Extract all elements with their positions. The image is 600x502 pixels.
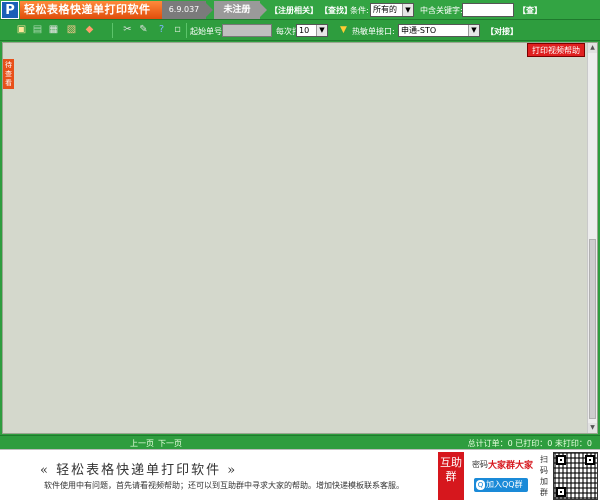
tools-icon[interactable]: ✎ [136, 23, 151, 37]
qr-finder [556, 487, 566, 497]
condition-label: 条件: [350, 6, 369, 15]
settings-icon[interactable]: ✂ [120, 23, 135, 37]
join-qq-label: 加入QQ群 [486, 480, 523, 489]
side-tab-pending[interactable]: 待查看 [3, 59, 14, 89]
start-no-label: 起始单号 [190, 27, 222, 36]
order-stats: 总计订单：0 已打印：0 未打印：0 [467, 439, 592, 448]
keyword-label: 中含关键字: [420, 6, 463, 15]
thermal-printer-icon: ▼ [340, 25, 347, 35]
workspace[interactable]: 待查看 打印视频帮助 ▲ ▼ [2, 42, 598, 434]
help-icon[interactable]: ? [154, 23, 169, 37]
footer-banner: « 轻松表格快递单打印软件 » 软件使用中有问题，首先请看视频帮助；还可以到互助… [0, 449, 600, 502]
status-bar: 上一页 下一页 总计订单：0 已打印：0 未打印：0 [0, 435, 600, 449]
condition-value: 所有的 [373, 5, 397, 14]
search-button[interactable]: 【查】 [518, 5, 542, 16]
registration-status[interactable]: 未注册 [214, 1, 260, 19]
scroll-down-icon[interactable]: ▼ [588, 423, 597, 433]
print-icon[interactable]: ▦ [46, 23, 61, 37]
print-preview-icon[interactable]: ▧ [64, 23, 79, 37]
footer-help-text: 软件使用中有问题，首先请看视频帮助；还可以到互助群中寻求大家的帮助。增加快递模板… [44, 481, 404, 490]
chevron-down-icon[interactable]: ▼ [316, 25, 327, 36]
title-bar: P 轻松表格快递单打印软件 6.9.037 未注册 【注册相关】 【查找】 条件… [0, 0, 600, 20]
qq-icon: Q [476, 480, 485, 490]
group-password-label: 密码 [472, 460, 488, 469]
prev-page-link[interactable]: 上一页 [130, 439, 154, 448]
qr-finder [556, 455, 566, 465]
interface-label: 热敏单接口: [352, 27, 395, 36]
toolbar-divider [112, 23, 113, 38]
toolbar-divider [186, 23, 187, 38]
video-help-button[interactable]: 打印视频帮助 [527, 43, 585, 57]
connect-link[interactable]: 【对接】 [486, 26, 518, 37]
toolbar: ▣ ▤ ▦ ▧ ◆ ✂ ✎ ? ▫ 起始单号 每次打 10 ▼ ▼ 热敏单接口:… [0, 20, 600, 41]
qr-finder [585, 455, 595, 465]
arrow-separator-icon [258, 1, 267, 19]
search-link[interactable]: 【查找】 [320, 5, 352, 16]
scroll-up-icon[interactable]: ▲ [588, 43, 597, 53]
group-password: 大家群大家 [488, 461, 534, 471]
footer-slogan: « 轻松表格快递单打印软件 » [40, 463, 238, 478]
pager: 上一页 下一页 [130, 438, 186, 449]
open-folder-icon[interactable]: ▣ [14, 23, 29, 37]
group-badge: 互助群 [438, 452, 464, 500]
qr-code-icon [553, 452, 598, 500]
per-print-value: 10 [299, 26, 310, 35]
info-icon[interactable]: ▫ [170, 23, 185, 37]
app-version: 6.9.037 [162, 1, 206, 19]
interface-value: 申通-STO [401, 26, 437, 35]
join-qq-group-button[interactable]: Q 加入QQ群 [474, 478, 528, 492]
start-no-input[interactable] [222, 24, 272, 37]
keyword-input[interactable] [462, 3, 514, 17]
export-icon[interactable]: ▤ [30, 23, 45, 37]
register-link[interactable]: 【注册相关】 [270, 5, 318, 16]
condition-select[interactable]: 所有的 ▼ [370, 3, 414, 17]
interface-select[interactable]: 申通-STO ▼ [398, 24, 480, 37]
next-page-link[interactable]: 下一页 [158, 439, 182, 448]
app-logo-icon: P [1, 1, 19, 19]
chevron-down-icon[interactable]: ▼ [468, 25, 479, 36]
per-print-select[interactable]: 10 ▼ [296, 24, 328, 37]
erase-icon[interactable]: ◆ [82, 23, 97, 37]
arrow-separator-icon [204, 1, 213, 19]
scan-to-join-label: 扫码加群 [540, 455, 548, 497]
chevron-down-icon[interactable]: ▼ [402, 4, 413, 16]
app-title: 轻松表格快递单打印软件 [20, 1, 162, 19]
vertical-scrollbar[interactable]: ▲ ▼ [587, 43, 597, 433]
scrollbar-thumb[interactable] [589, 239, 596, 419]
